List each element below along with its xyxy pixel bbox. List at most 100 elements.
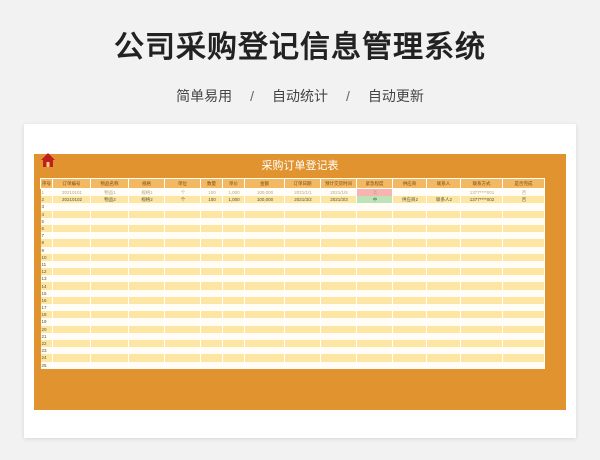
table-cell[interactable]: 规格1 — [128, 188, 165, 197]
table-cell[interactable]: 100 — [200, 196, 223, 204]
table-cell[interactable] — [460, 311, 503, 319]
table-cell[interactable] — [164, 339, 201, 348]
table-cell[interactable] — [164, 332, 201, 340]
table-cell[interactable] — [244, 239, 285, 247]
table-cell[interactable]: 20210102 — [52, 196, 91, 204]
table-row[interactable]: 25 — [40, 361, 545, 369]
table-cell[interactable] — [426, 354, 461, 362]
table-cell[interactable] — [128, 253, 165, 261]
table-cell[interactable] — [426, 304, 461, 312]
table-cell[interactable] — [320, 253, 357, 261]
table-cell[interactable] — [164, 296, 201, 304]
table-cell[interactable] — [426, 253, 461, 261]
table-cell[interactable] — [128, 354, 165, 362]
table-cell[interactable] — [128, 304, 165, 312]
table-cell[interactable] — [200, 224, 223, 233]
table-cell[interactable] — [222, 260, 245, 269]
table-cell[interactable] — [356, 268, 393, 276]
table-cell[interactable] — [284, 239, 321, 247]
table-cell[interactable]: 24 — [40, 354, 53, 362]
table-cell[interactable] — [164, 246, 201, 254]
table-cell[interactable] — [502, 332, 545, 340]
table-cell[interactable] — [426, 217, 461, 225]
table-row[interactable]: 8 — [40, 239, 545, 247]
table-cell[interactable] — [244, 275, 285, 283]
table-cell[interactable] — [392, 289, 427, 297]
table-cell[interactable] — [284, 282, 321, 290]
table-cell[interactable] — [392, 203, 427, 211]
table-cell[interactable] — [90, 232, 129, 240]
table-cell[interactable] — [426, 232, 461, 240]
table-cell[interactable] — [502, 304, 545, 312]
table-cell[interactable] — [460, 232, 503, 240]
table-cell[interactable] — [128, 210, 165, 218]
table-cell[interactable] — [200, 354, 223, 362]
table-cell[interactable]: 13 — [40, 275, 53, 283]
table-cell[interactable] — [90, 339, 129, 348]
table-cell[interactable] — [356, 347, 393, 355]
table-cell[interactable] — [392, 210, 427, 218]
table-cell[interactable] — [164, 347, 201, 355]
table-cell[interactable] — [320, 311, 357, 319]
table-cell[interactable] — [392, 282, 427, 290]
table-cell[interactable] — [222, 318, 245, 326]
table-cell[interactable] — [90, 203, 129, 211]
table-cell[interactable] — [392, 188, 427, 197]
table-cell[interactable]: 1,000 — [222, 196, 245, 204]
table-cell[interactable] — [320, 268, 357, 276]
table-cell[interactable]: 5 — [40, 217, 53, 225]
table-cell[interactable] — [320, 239, 357, 247]
table-cell[interactable] — [222, 239, 245, 247]
table-cell[interactable] — [200, 347, 223, 355]
table-cell[interactable] — [222, 289, 245, 297]
table-cell[interactable] — [244, 203, 285, 211]
table-cell[interactable] — [284, 232, 321, 240]
table-cell[interactable]: 个 — [164, 188, 201, 197]
table-cell[interactable] — [90, 304, 129, 312]
table-cell[interactable]: 17 — [40, 304, 53, 312]
table-cell[interactable] — [200, 268, 223, 276]
table-cell[interactable] — [244, 210, 285, 218]
table-cell[interactable] — [90, 239, 129, 247]
table-cell[interactable] — [426, 332, 461, 340]
table-cell[interactable] — [222, 224, 245, 233]
table-cell[interactable] — [284, 289, 321, 297]
table-cell[interactable] — [426, 325, 461, 333]
table-cell[interactable]: 100,000 — [244, 188, 285, 197]
table-cell[interactable] — [460, 224, 503, 233]
table-cell[interactable] — [392, 253, 427, 261]
table-cell[interactable] — [244, 224, 285, 233]
table-cell[interactable] — [502, 289, 545, 297]
table-cell[interactable] — [460, 289, 503, 297]
table-cell[interactable] — [52, 217, 91, 225]
table-cell[interactable] — [426, 268, 461, 276]
table-cell[interactable] — [128, 260, 165, 269]
table-cell[interactable] — [284, 224, 321, 233]
table-cell[interactable] — [200, 232, 223, 240]
table-cell[interactable] — [244, 318, 285, 326]
table-cell[interactable] — [52, 325, 91, 333]
table-cell[interactable] — [426, 224, 461, 233]
table-cell[interactable] — [426, 275, 461, 283]
table-cell[interactable] — [356, 318, 393, 326]
table-cell[interactable] — [392, 318, 427, 326]
table-cell[interactable] — [222, 339, 245, 348]
table-cell[interactable] — [320, 232, 357, 240]
table-row[interactable]: 11 — [40, 260, 545, 269]
table-cell[interactable] — [284, 268, 321, 276]
table-cell[interactable] — [52, 224, 91, 233]
table-cell[interactable] — [502, 282, 545, 290]
table-cell[interactable] — [320, 325, 357, 333]
table-cell[interactable]: 规格2 — [128, 196, 165, 204]
table-cell[interactable] — [502, 268, 545, 276]
table-cell[interactable] — [392, 325, 427, 333]
table-cell[interactable] — [164, 232, 201, 240]
table-cell[interactable]: 2021/1/5 — [320, 188, 357, 197]
table-cell[interactable] — [244, 246, 285, 254]
table-cell[interactable] — [200, 304, 223, 312]
table-cell[interactable] — [426, 339, 461, 348]
table-cell[interactable] — [200, 203, 223, 211]
table-cell[interactable]: 25 — [40, 361, 53, 369]
table-cell[interactable] — [222, 282, 245, 290]
table-cell[interactable] — [52, 239, 91, 247]
